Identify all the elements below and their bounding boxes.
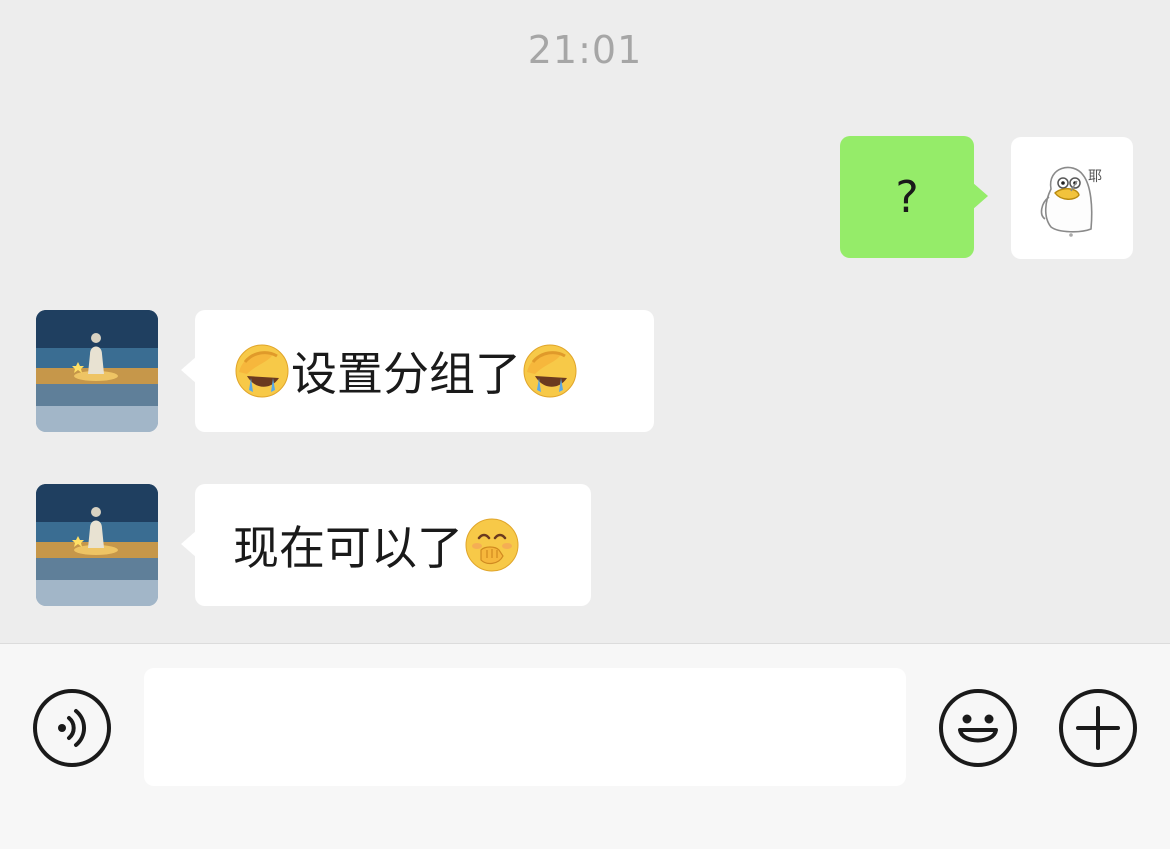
voice-icon: [33, 689, 111, 767]
more-button[interactable]: [1058, 688, 1138, 768]
contact-avatar[interactable]: [36, 484, 158, 606]
beach-photo-image: [36, 310, 158, 432]
chat-screen: 21:01 ? 耶 设置分组了 现在可以了: [0, 0, 1170, 849]
message-timestamp: 21:01: [527, 28, 643, 72]
voice-button[interactable]: [32, 688, 112, 768]
smiley-icon: [939, 689, 1017, 767]
bubble-tail: [181, 356, 197, 384]
chat-input-bar: [0, 643, 1170, 849]
emoji-button[interactable]: [938, 688, 1018, 768]
bubble-tail: [972, 182, 988, 210]
incoming-message-bubble[interactable]: 设置分组了: [181, 310, 654, 432]
bubble-tail: [181, 530, 197, 558]
message-text: ?: [895, 171, 919, 223]
face-palm-crying-emoji: [523, 344, 577, 398]
incoming-message-bubble[interactable]: 现在可以了: [181, 484, 591, 606]
beach-photo-image: [36, 484, 158, 606]
sticker-text: 耶: [1088, 169, 1102, 185]
plus-icon: [1059, 689, 1137, 767]
face-palm-crying-emoji: [235, 344, 289, 398]
hand-over-mouth-emoji: [465, 518, 519, 572]
my-avatar[interactable]: 耶: [1011, 137, 1133, 259]
contact-avatar[interactable]: [36, 310, 158, 432]
message-input[interactable]: [144, 668, 906, 786]
outgoing-message-bubble[interactable]: ?: [840, 136, 988, 258]
duck-sticker-image: 耶: [1040, 166, 1102, 237]
message-text: 设置分组了: [291, 347, 521, 401]
message-text: 现在可以了: [233, 521, 463, 575]
